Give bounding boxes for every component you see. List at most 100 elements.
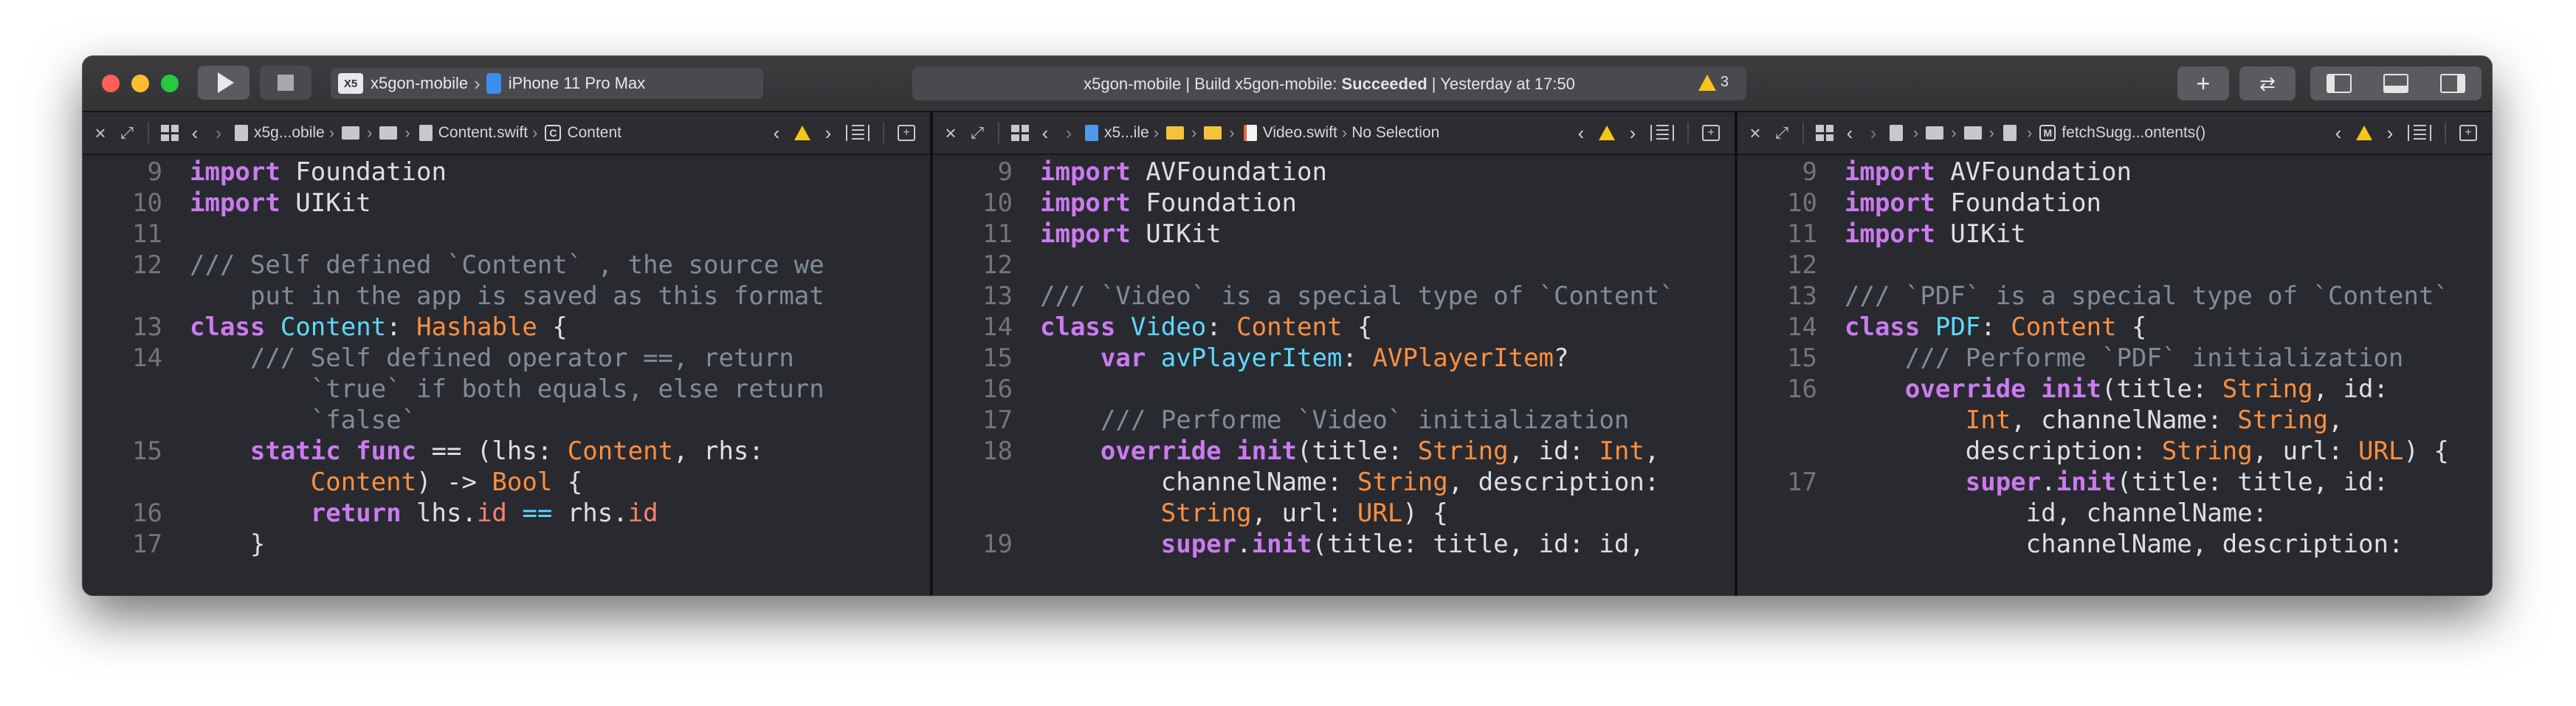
code-line[interactable]: /// `PDF` is a special type of `Content` (1845, 279, 2449, 313)
folder-icon[interactable] (1926, 126, 1944, 140)
scheme-selector[interactable]: X5 x5gon-mobile › iPhone 11 Pro Max (331, 68, 763, 99)
run-button[interactable] (198, 66, 249, 100)
stop-button[interactable] (260, 66, 311, 100)
code-line[interactable]: import AVFoundation (1845, 155, 2132, 189)
code-line[interactable]: channelName, description: (1845, 527, 2404, 561)
code-line[interactable]: /// `Video` is a special type of `Conten… (1040, 279, 1675, 313)
code-line[interactable]: Content) -> Bool { (190, 465, 583, 499)
close-editor-icon[interactable]: × (1742, 122, 1769, 145)
warning-icon[interactable] (794, 126, 810, 140)
line-number: 17 (1787, 467, 1817, 497)
code-line[interactable]: id, channelName: (1845, 496, 2268, 530)
code-line[interactable]: static func == (lhs: Content, rhs: (190, 434, 764, 468)
expand-editor-icon[interactable]: ⤢ (114, 123, 140, 143)
zoom-window-button[interactable] (161, 75, 179, 92)
warning-indicator[interactable]: 3 (1698, 74, 1729, 91)
folder-icon[interactable] (1963, 126, 1982, 140)
breadcrumb-file[interactable]: Content.swift (438, 124, 528, 142)
close-editor-icon[interactable]: × (87, 122, 114, 145)
editor-pane-pdf[interactable]: × ⤢ ‹ › › › › › M fetchSugg...ontents() … (1738, 112, 2492, 595)
code-line[interactable]: String, url: URL) { (1040, 496, 1448, 530)
code-area[interactable]: 9 import AVFoundation 10 import Foundation 1… (933, 155, 1735, 595)
code-line[interactable]: return lhs.id == rhs.id (190, 496, 658, 530)
close-window-button[interactable] (102, 75, 120, 92)
navigator-toggle-icon[interactable] (2326, 74, 2352, 93)
code-line[interactable]: super.init(title: title, id: (1845, 465, 2389, 499)
editor-options-icon[interactable] (1650, 125, 1674, 141)
code-line[interactable]: Int, channelName: String, (1845, 403, 2343, 437)
code-review-button[interactable]: ⇄ (2239, 66, 2296, 100)
next-issue-icon[interactable]: › (1621, 122, 1645, 145)
editor-options-icon[interactable] (2408, 125, 2431, 141)
code-line[interactable]: channelName: String, description: (1040, 465, 1660, 499)
previous-issue-icon[interactable]: ‹ (1569, 122, 1593, 145)
folder-icon[interactable] (1166, 126, 1185, 140)
editor-pane-content[interactable]: × ⤢ ‹ › x5g...obile › › › Content.swift … (83, 112, 930, 595)
code-line[interactable]: } (190, 527, 265, 561)
close-editor-icon[interactable]: × (937, 122, 964, 145)
breadcrumb-project[interactable]: x5...ile (1104, 124, 1149, 142)
code-line[interactable]: import UIKit (1040, 217, 1222, 251)
folder-icon[interactable] (379, 126, 398, 140)
inspector-toggle-icon[interactable] (2440, 74, 2466, 93)
forward-arrow-icon[interactable]: › (1057, 122, 1081, 145)
previous-issue-icon[interactable]: ‹ (765, 122, 788, 145)
expand-editor-icon[interactable]: ⤢ (1769, 123, 1795, 143)
folder-icon[interactable] (1204, 126, 1222, 140)
code-line[interactable]: put in the app is saved as this format (190, 279, 824, 313)
warning-icon[interactable] (2356, 126, 2372, 140)
code-line[interactable]: import Foundation (190, 155, 447, 189)
add-editor-icon[interactable]: + (2459, 125, 2477, 141)
code-line[interactable]: import Foundation (1845, 186, 2101, 220)
previous-issue-icon[interactable]: ‹ (2327, 122, 2350, 145)
code-line[interactable]: super.init(title: title, id: id, (1040, 527, 1645, 561)
debug-area-toggle-icon[interactable] (2383, 74, 2408, 93)
breadcrumb-symbol[interactable]: No Selection (1351, 124, 1439, 142)
code-line[interactable]: /// Self defined `Content` , the source … (190, 248, 824, 282)
code-line[interactable]: /// Self defined operator ==, return (190, 341, 794, 375)
back-arrow-icon[interactable]: ‹ (1033, 122, 1057, 145)
code-line[interactable]: description: String, url: URL) { (1845, 434, 2449, 468)
activity-viewer[interactable]: x5gon-mobile | Build x5gon-mobile: Succe… (912, 66, 1746, 100)
folder-icon[interactable] (342, 126, 360, 140)
related-items-icon[interactable] (1011, 125, 1029, 141)
code-line[interactable]: import AVFoundation (1040, 155, 1327, 189)
editor-pane-video[interactable]: × ⤢ ‹ › x5...ile › › › Video.swift › No … (933, 112, 1735, 595)
code-area[interactable]: 9 import Foundation 10 import UIKit 11 12 /// … (83, 155, 930, 595)
next-issue-icon[interactable]: › (816, 122, 840, 145)
code-line[interactable]: /// Performe `Video` initialization (1040, 403, 1629, 437)
code-area[interactable]: 9 import AVFoundation 10 import Foundation 1… (1738, 155, 2492, 595)
related-items-icon[interactable] (161, 125, 179, 141)
add-editor-icon[interactable]: + (898, 125, 915, 141)
swift-file-icon[interactable] (2002, 125, 2017, 141)
related-items-icon[interactable] (1816, 125, 1833, 141)
code-line[interactable]: override init(title: String, id: Int, (1040, 434, 1659, 468)
code-line[interactable]: `true` if both equals, else return (190, 372, 824, 406)
expand-editor-icon[interactable]: ⤢ (964, 123, 991, 143)
editor-options-icon[interactable] (846, 125, 869, 141)
code-token: /// Performe `PDF` initialization (1845, 343, 2404, 373)
back-arrow-icon[interactable]: ‹ (1838, 122, 1862, 145)
next-issue-icon[interactable]: › (2378, 122, 2402, 145)
warning-icon[interactable] (1599, 126, 1615, 140)
code-line[interactable]: class Content: Hashable { (190, 310, 568, 344)
breadcrumb-file[interactable]: Video.swift (1263, 124, 1337, 142)
code-line[interactable]: class PDF: Content { (1845, 310, 2146, 344)
code-line[interactable]: var avPlayerItem: AVPlayerItem? (1040, 341, 1569, 375)
back-arrow-icon[interactable]: ‹ (183, 122, 207, 145)
code-line[interactable]: import UIKit (190, 186, 371, 220)
forward-arrow-icon[interactable]: › (1862, 122, 1885, 145)
code-line[interactable]: /// Performe `PDF` initialization (1845, 341, 2404, 375)
forward-arrow-icon[interactable]: › (207, 122, 230, 145)
code-line[interactable]: `false` (190, 403, 416, 437)
minimize-window-button[interactable] (131, 75, 149, 92)
code-line[interactable]: override init(title: String, id: (1845, 372, 2389, 406)
add-editor-icon[interactable]: + (1702, 125, 1720, 141)
breadcrumb-symbol[interactable]: Content (567, 124, 621, 142)
breadcrumb-symbol[interactable]: fetchSugg...ontents() (2062, 124, 2205, 142)
code-line[interactable]: import UIKit (1845, 217, 2026, 251)
breadcrumb-project[interactable]: x5g...obile (254, 124, 325, 142)
code-line[interactable]: import Foundation (1040, 186, 1297, 220)
code-line[interactable]: class Video: Content { (1040, 310, 1372, 344)
library-button[interactable]: + (2177, 66, 2229, 100)
